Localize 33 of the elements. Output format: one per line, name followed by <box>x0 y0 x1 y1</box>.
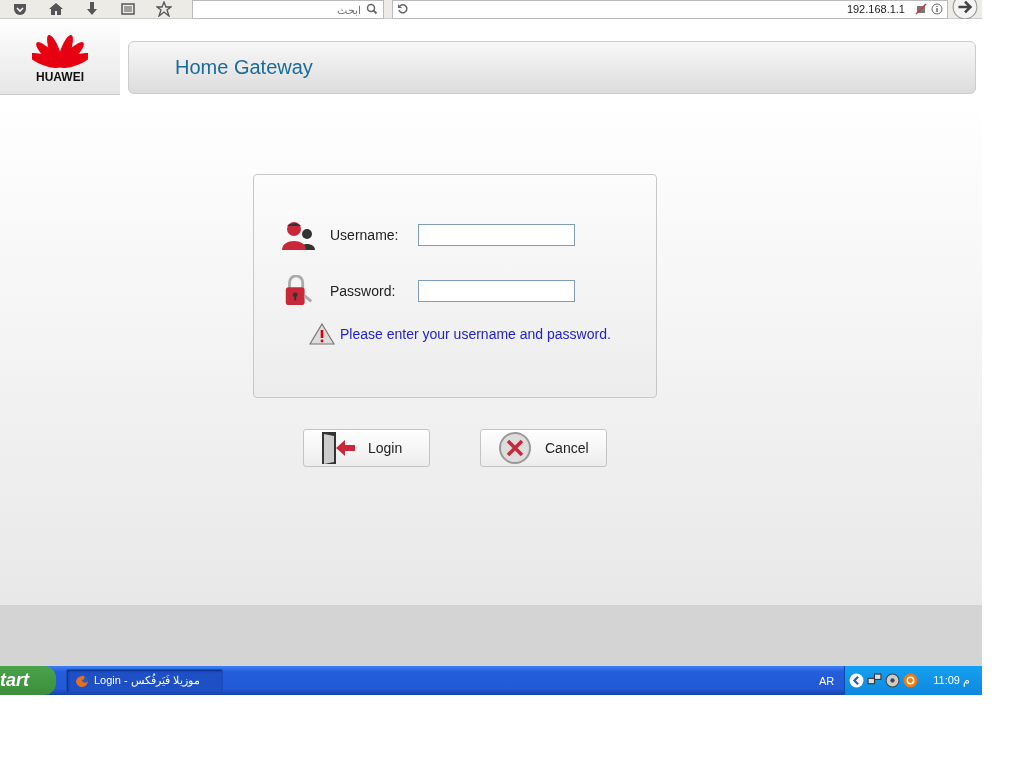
arrow-right-icon[interactable] <box>952 0 978 20</box>
field-label: Username: <box>330 227 400 243</box>
username-field[interactable] <box>418 224 575 246</box>
reload-icon[interactable] <box>397 3 409 15</box>
cancel-button[interactable]: Cancel <box>480 429 607 467</box>
login-button[interactable]: Login <box>303 429 430 467</box>
warning-icon <box>309 323 335 345</box>
users-icon <box>280 219 316 251</box>
url-text: 192.168.1.1 <box>846 3 905 15</box>
update-icon[interactable] <box>903 673 919 688</box>
info-icon[interactable] <box>931 3 943 15</box>
search-icon <box>366 2 378 15</box>
field-label: Password: <box>330 283 397 299</box>
logo-text: HUAWEI <box>36 69 84 84</box>
door-arrow-icon <box>320 431 356 465</box>
pocket-icon[interactable] <box>12 1 28 17</box>
start-button[interactable]: tart <box>0 666 56 695</box>
hint-message: Please enter your username and password. <box>340 326 611 342</box>
search-field[interactable]: ابحث <box>192 0 384 19</box>
browser-icon <box>75 673 89 688</box>
address-bar[interactable]: 192.168.1.1 <box>392 0 948 19</box>
home-icon[interactable] <box>48 1 64 17</box>
taskbar-item[interactable]: Login - موزيلا فَيَرفُكس <box>66 668 223 693</box>
chevron-left-icon[interactable] <box>849 673 865 688</box>
cancel-icon <box>497 431 533 465</box>
blocked-icon <box>915 3 927 15</box>
password-field[interactable] <box>418 280 575 302</box>
speaker-icon[interactable] <box>885 673 901 688</box>
page-title: Home Gateway <box>175 56 313 79</box>
download-icon[interactable] <box>84 1 100 17</box>
language-indicator[interactable]: AR <box>818 674 835 687</box>
star-icon[interactable] <box>156 1 172 17</box>
clock: 11:09 م <box>933 674 970 687</box>
